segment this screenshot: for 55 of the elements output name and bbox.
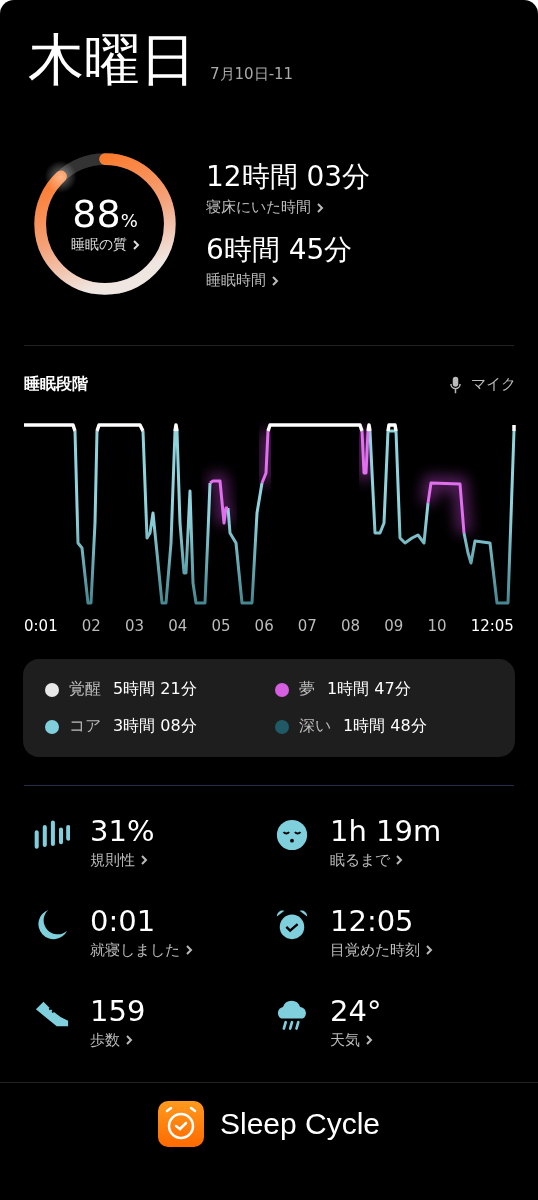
legend-label: 覚醒: [69, 679, 101, 700]
axis-label: 08: [341, 617, 361, 635]
metric-label-link[interactable]: 天気: [330, 1030, 382, 1050]
sleep-quality-link[interactable]: 睡眠の質: [70, 235, 140, 254]
microphone-button[interactable]: マイク: [450, 374, 516, 395]
section-title: 睡眠段階: [24, 374, 88, 395]
metric-label-link[interactable]: 就寝しました: [90, 940, 193, 960]
axis-label: 10: [427, 617, 447, 635]
legend-duration: 1時間 48分: [343, 716, 427, 737]
metric-value: 159: [90, 995, 146, 1028]
metric-value: 0:01: [90, 905, 157, 938]
axis-label: 07: [297, 617, 317, 635]
legend-duration: 1時間 47分: [327, 679, 411, 700]
legend-label: コア: [69, 716, 101, 737]
legend-label: 夢: [299, 679, 315, 700]
metric-label-link[interactable]: 目覚めた時刻: [330, 940, 433, 960]
axis-label: 0:01: [24, 617, 58, 635]
metric-label-link[interactable]: 眠るまで: [330, 850, 442, 870]
chevron-icon: [185, 944, 193, 957]
chevron-icon: [365, 1034, 373, 1047]
chevron-icon: [395, 854, 403, 867]
metric-label-link[interactable]: 歩数: [90, 1030, 146, 1050]
legend-label: 深い: [299, 716, 331, 737]
metric-label-link[interactable]: 規則性: [90, 850, 155, 870]
stat-label-link[interactable]: 睡眠時間: [206, 271, 371, 290]
metric-value: 31%: [90, 816, 155, 848]
axis-label: 02: [81, 617, 101, 635]
legend-duration: 3時間 08分: [113, 716, 197, 737]
bars-icon: [34, 818, 70, 852]
stat-value: 12時間 03分: [206, 159, 371, 195]
axis-label: 05: [211, 617, 231, 635]
sleepy-face-icon: [274, 818, 310, 852]
quality-percent: 88%: [72, 194, 138, 236]
axis-label: 06: [254, 617, 274, 635]
chevron-icon: [140, 854, 148, 867]
axis-label: 03: [125, 617, 145, 635]
date-range: 7月10日-11: [210, 65, 294, 85]
axis-label: 12:05: [470, 617, 514, 635]
metric-value: 24°: [330, 995, 382, 1028]
microphone-icon: [450, 374, 461, 395]
day-title: 木曜日: [28, 32, 196, 88]
metric-value: 1h 19m: [330, 816, 442, 848]
axis-label: 04: [168, 617, 188, 635]
alarm-clock-logo-icon: [157, 1100, 204, 1147]
axis-label: 09: [384, 617, 404, 635]
chevron-icon: [131, 238, 140, 251]
metric-value: 12:05: [330, 905, 415, 938]
stat-label-link[interactable]: 寝床にいた時間: [206, 198, 371, 217]
chevron-icon: [125, 1034, 133, 1047]
legend-duration: 5時間 21分: [113, 679, 197, 700]
brand-name: Sleep Cycle: [219, 1106, 381, 1141]
chevron-icon: [316, 201, 324, 214]
stat-value: 6時間 45分: [206, 232, 354, 268]
chevron-icon: [425, 944, 433, 957]
chevron-icon: [271, 274, 279, 287]
